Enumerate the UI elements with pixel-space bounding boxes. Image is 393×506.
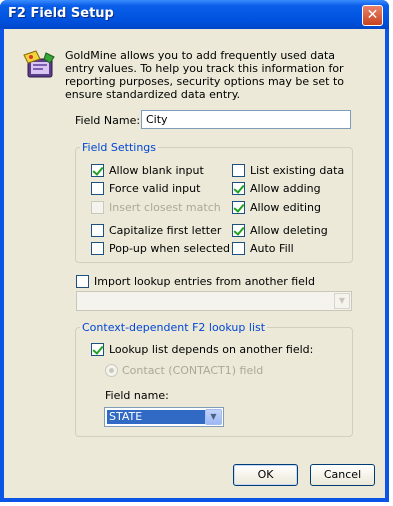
allow-blank-label: Allow blank input <box>109 164 204 177</box>
allow-blank-checkbox[interactable] <box>91 164 104 177</box>
import-lookup-label: Import lookup entries from another field <box>94 275 315 288</box>
field-name-sub-label: Field name: <box>105 389 169 402</box>
allow-deleting-label: Allow deleting <box>250 224 328 237</box>
depends-on-field-label: Lookup list depends on another field: <box>109 343 314 356</box>
chevron-down-icon[interactable]: ▼ <box>205 409 222 425</box>
intro-text: GoldMine allows you to add frequently us… <box>65 49 345 101</box>
list-existing-label: List existing data <box>250 164 345 177</box>
import-lookup-checkbox[interactable] <box>76 275 89 288</box>
context-lookup-title: Context-dependent F2 lookup list <box>80 321 268 334</box>
window-title: F2 Field Setup <box>8 6 114 21</box>
import-field-select: ▼ <box>76 291 352 311</box>
popup-selected-label: Pop-up when selected <box>109 242 231 255</box>
title-bar[interactable]: F2 Field Setup ✕ <box>0 0 389 29</box>
allow-editing-label: Allow editing <box>250 201 321 214</box>
depends-on-field-checkbox[interactable] <box>91 343 104 356</box>
allow-editing-checkbox[interactable] <box>232 201 245 214</box>
insert-closest-label: Insert closest match <box>109 201 221 214</box>
list-existing-checkbox[interactable] <box>232 164 245 177</box>
allow-adding-label: Allow adding <box>250 182 321 195</box>
capitalize-first-label: Capitalize first letter <box>109 224 222 237</box>
state-field-select[interactable]: STATE ▼ <box>104 407 224 427</box>
dialog-window: F2 Field Setup ✕ GoldMine allows you to … <box>0 0 389 502</box>
cancel-button[interactable]: Cancel <box>310 464 375 486</box>
goldmine-icon <box>23 50 55 78</box>
contact-field-label: Contact (CONTACT1) field <box>122 364 264 377</box>
ok-button[interactable]: OK <box>233 464 298 486</box>
capitalize-first-checkbox[interactable] <box>91 224 104 237</box>
allow-deleting-checkbox[interactable] <box>232 224 245 237</box>
field-name-input[interactable]: City <box>141 110 351 129</box>
auto-fill-checkbox[interactable] <box>232 242 245 255</box>
auto-fill-label: Auto Fill <box>250 242 294 255</box>
insert-closest-checkbox <box>91 201 104 214</box>
force-valid-checkbox[interactable] <box>91 182 104 195</box>
state-field-value: STATE <box>107 410 205 424</box>
popup-selected-checkbox[interactable] <box>91 242 104 255</box>
force-valid-label: Force valid input <box>109 182 201 195</box>
field-name-label: Field Name: <box>75 114 141 127</box>
field-settings-title: Field Settings <box>80 141 159 154</box>
dialog-body: GoldMine allows you to add frequently us… <box>4 29 385 498</box>
contact-field-radio <box>105 364 118 377</box>
allow-adding-checkbox[interactable] <box>232 182 245 195</box>
chevron-down-icon: ▼ <box>334 293 350 309</box>
close-button[interactable]: ✕ <box>362 5 383 26</box>
